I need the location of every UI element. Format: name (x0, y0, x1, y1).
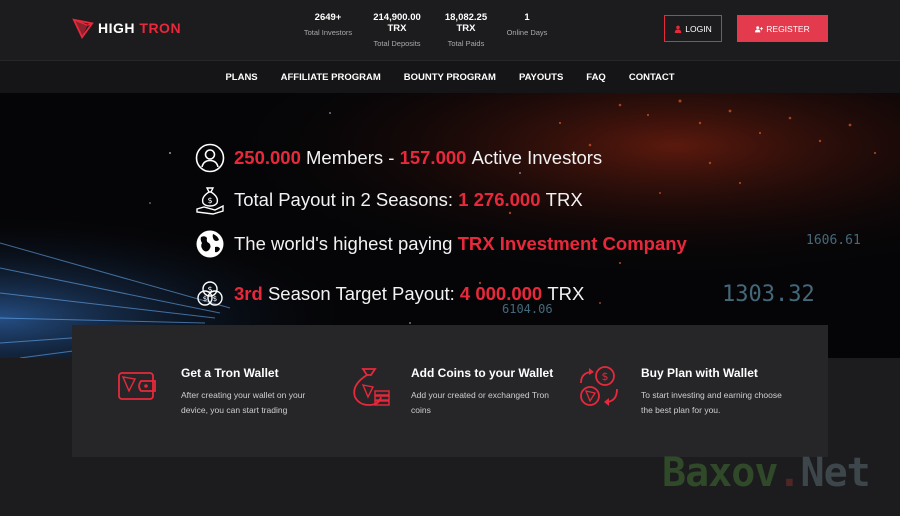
globe-icon (196, 230, 224, 258)
wallet-icon (118, 372, 156, 400)
watermark-part3: Net (800, 450, 871, 496)
nav-payouts[interactable]: PAYOUTS (519, 72, 563, 83)
payout-unit: TRX (545, 189, 583, 210)
brand-name-part2: TRON (139, 20, 182, 36)
coins-stack-icon: $$ $ (197, 281, 223, 306)
stat-total-deposits: 214,900.00 TRX Total Deposits (366, 12, 428, 48)
svg-text:$: $ (602, 370, 609, 383)
brand-name: HIGH TRON (98, 20, 181, 36)
hero-line-highest-paying: The world's highest paying TRX Investmen… (195, 229, 687, 259)
exchange-coins-icon: $ (580, 366, 618, 406)
stat-label: Total Paids (447, 39, 485, 48)
svg-text:$: $ (207, 285, 212, 294)
stat-online-days: 1 Online Days (504, 12, 550, 48)
login-button[interactable]: LOGIN (664, 15, 722, 42)
hero-deco-number: 1606.61 (806, 233, 861, 248)
stat-total-investors: 2649+ Total Investors (298, 12, 358, 48)
season-target-text: Season Target Payout: (267, 283, 455, 304)
steps-panel: Get a Tron Wallet After creating your wa… (72, 325, 828, 457)
nav-affiliate-program[interactable]: AFFILIATE PROGRAM (281, 72, 381, 83)
payout-text: Total Payout in 2 Seasons: (234, 189, 454, 210)
user-icon (675, 25, 682, 33)
stat-label: Total Investors (303, 28, 353, 37)
nav-plans[interactable]: PLANS (225, 72, 257, 83)
stat-value: 1 (524, 12, 530, 23)
step-title: Buy Plan with Wallet (641, 366, 758, 380)
logo[interactable]: HIGH TRON (72, 16, 181, 40)
season-number: 3rd (234, 283, 263, 304)
nav-bounty-program[interactable]: BOUNTY PROGRAM (404, 72, 496, 83)
step-description: To start investing and earning choose th… (641, 390, 782, 415)
watermark-part2: . (777, 450, 801, 496)
header: HIGH TRON 2649+ Total Investors 214,900.… (0, 0, 900, 60)
stat-label: Online Days (506, 28, 548, 37)
main-nav: PLANS AFFILIATE PROGRAM BOUNTY PROGRAM P… (0, 60, 900, 93)
stat-value: 18,082.25 TRX (444, 12, 488, 34)
step-title: Get a Tron Wallet (181, 366, 279, 380)
highest-paying-highlight: TRX Investment Company (457, 233, 687, 254)
svg-text:$: $ (207, 196, 212, 205)
step-description: After creating your wallet on your devic… (181, 390, 306, 415)
season-target-amount: 4 000.000 (459, 283, 543, 304)
step-description: Add your created or exchanged Tron coins (411, 390, 549, 415)
brand-name-part1: HIGH (98, 20, 135, 36)
tron-logo-icon (72, 18, 94, 39)
hero-line-payout: $ Total Payout in 2 Seasons: 1 276.000 T… (195, 185, 583, 215)
members-count: 250.000 (234, 147, 301, 168)
stat-total-paids: 18,082.25 TRX Total Paids (436, 12, 496, 48)
watermark-part1: Baxov (662, 450, 778, 496)
members-text: Members - (306, 147, 395, 168)
register-label: REGISTER (766, 23, 810, 34)
stats-bar: 2649+ Total Investors 214,900.00 TRX Tot… (298, 12, 558, 48)
user-circle-icon (195, 143, 225, 173)
hero-background-image (0, 93, 900, 358)
active-investors-text: Active Investors (471, 147, 603, 168)
nav-faq[interactable]: FAQ (586, 72, 606, 83)
nav-contact[interactable]: CONTACT (629, 72, 675, 83)
stat-label: Total Deposits (373, 39, 421, 48)
hero-section: 1606.61 1303.32 6104.06 250.000 Members … (0, 93, 900, 358)
money-hand-icon: $ (196, 187, 224, 215)
payout-amount: 1 276.000 (458, 189, 541, 210)
login-label: LOGIN (685, 23, 712, 34)
hero-line-members: 250.000 Members - 157.000 Active Investo… (195, 143, 602, 173)
highest-paying-text: The world's highest paying (234, 233, 453, 254)
stat-value: 214,900.00 TRX (373, 12, 421, 34)
stat-value: 2649+ (314, 12, 342, 23)
svg-text:$: $ (213, 295, 217, 303)
watermark: Baxov.Net (662, 450, 871, 496)
hero-line-season-target: $ $ $ 3rd Season Target Payout: 4 000.000 … (195, 279, 584, 309)
money-bag-icon (353, 368, 390, 406)
season-target-unit: TRX (547, 283, 585, 304)
user-plus-icon (755, 25, 764, 32)
step-title: Add Coins to your Wallet (411, 366, 554, 380)
register-button[interactable]: REGISTER (737, 15, 828, 42)
svg-text:$: $ (203, 295, 207, 303)
active-investors-count: 157.000 (399, 147, 467, 168)
hero-deco-number: 1303.32 (722, 282, 815, 307)
